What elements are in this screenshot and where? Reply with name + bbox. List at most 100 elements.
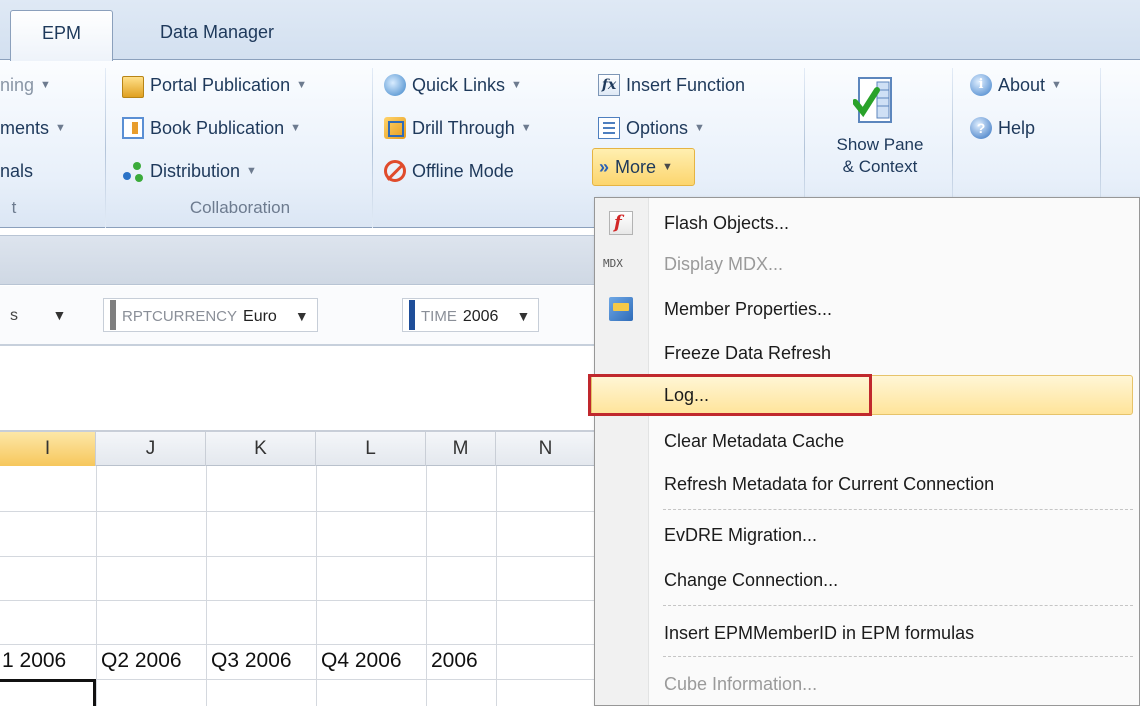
dimension-name: TIME (421, 308, 457, 325)
dropdown-arrow-icon: ▼ (516, 308, 531, 324)
grid-cell[interactable]: Q4 2006 (321, 643, 402, 679)
dropdown-arrow-icon: ▼ (246, 165, 257, 177)
mdx-icon: MDX (603, 257, 623, 270)
log-annotation-highlight (588, 374, 872, 416)
dimension-value: 2006 (462, 308, 499, 325)
options-button[interactable]: Options ▼ (598, 113, 705, 143)
insert-function-icon: fx (598, 74, 620, 96)
dimension-partial-value: s (10, 307, 18, 324)
dropdown-arrow-icon: ▼ (662, 161, 673, 173)
column-header[interactable]: N (496, 432, 596, 466)
dropdown-arrow-icon: ▼ (40, 79, 51, 91)
grid-cell[interactable]: 1 2006 (2, 643, 66, 679)
tab-epm[interactable]: EPM (10, 10, 113, 61)
grid-row-line (0, 600, 596, 601)
insert-function-button[interactable]: fx Insert Function (598, 70, 745, 100)
offline-mode-button[interactable]: Offline Mode (384, 156, 514, 186)
ribbon-partial-item-3[interactable]: nals (0, 156, 33, 186)
group-divider (372, 68, 373, 228)
menu-item-member-properties[interactable]: Member Properties... (651, 290, 1135, 328)
dropdown-arrow-icon: ▼ (694, 122, 705, 134)
help-button[interactable]: ? Help (970, 113, 1035, 143)
dropdown-arrow-icon: ▼ (520, 122, 532, 134)
spreadsheet-grid: I J K L M N 1 2006 Q2 2006 Q3 2006 Q4 20… (0, 430, 596, 706)
dimension-value: Euro (243, 308, 277, 325)
show-pane-label-line1: Show Pane (836, 135, 924, 154)
column-header[interactable]: K (206, 432, 316, 466)
grid-col-line (96, 466, 97, 706)
dropdown-arrow-icon: ▼ (55, 122, 66, 134)
grid-cell[interactable]: Q2 2006 (101, 643, 182, 679)
more-dropdown-menu: Flash Objects... Display MDX... MDX Memb… (591, 197, 1140, 706)
more-label: More (615, 157, 657, 177)
about-info-icon: i (970, 74, 992, 96)
dimension-selector-rptcurrency[interactable]: RPTCURRENCY Euro ▼ (103, 298, 318, 334)
partial-item-label: ments (0, 118, 50, 138)
menu-item-label: Display MDX... (664, 254, 784, 274)
group-divider (105, 68, 106, 228)
show-pane-context-button[interactable]: Show Pane & Context (815, 70, 945, 198)
quick-links-icon (384, 74, 406, 96)
menu-item-label: Cube Information... (664, 674, 818, 694)
grid-col-line (206, 466, 207, 706)
dimension-color-tag (110, 300, 116, 330)
about-label: About (998, 75, 1046, 95)
menu-item-flash-objects[interactable]: Flash Objects... (651, 204, 1135, 242)
about-button[interactable]: i About ▼ (970, 70, 1062, 100)
help-question-icon: ? (970, 117, 992, 139)
help-label: Help (998, 118, 1036, 138)
partial-item-label: ning (0, 75, 35, 95)
menu-item-label: Clear Metadata Cache (664, 431, 845, 451)
distribution-button[interactable]: Distribution ▼ (122, 156, 257, 186)
column-header[interactable]: M (426, 432, 496, 466)
portal-publication-icon (122, 76, 144, 98)
ribbon-partial-item-2[interactable]: ments ▼ (0, 113, 66, 143)
grid-col-line (426, 466, 427, 706)
menu-item-change-connection[interactable]: Change Connection... (651, 561, 1135, 599)
member-properties-icon (609, 297, 633, 321)
menu-item-evdre-migration[interactable]: EvDRE Migration... (651, 516, 1135, 554)
grid-cell[interactable]: Q3 2006 (211, 643, 292, 679)
drill-through-button[interactable]: Drill Through ▼ (384, 113, 532, 143)
column-header[interactable]: I (0, 432, 96, 466)
ribbon-tab-bar: EPM Data Manager (0, 0, 1140, 61)
partial-group-label: t (11, 198, 17, 217)
dimension-selector-partial[interactable]: s ▼ (10, 298, 66, 334)
menu-item-label: Insert EPMMemberID in EPM formulas (664, 623, 975, 643)
distribution-icon (122, 160, 144, 182)
grid-cell[interactable]: 2006 (431, 643, 478, 679)
menu-item-label: Member Properties... (664, 299, 833, 319)
menu-item-clear-metadata-cache[interactable]: Clear Metadata Cache (651, 422, 1135, 460)
dropdown-arrow-icon: ▼ (52, 307, 67, 323)
tab-data-manager[interactable]: Data Manager (122, 10, 312, 61)
menu-item-freeze-data-refresh[interactable]: Freeze Data Refresh (651, 334, 1135, 372)
dropdown-arrow-icon: ▼ (1051, 79, 1062, 91)
ribbon-partial-item-1[interactable]: ning ▼ (0, 70, 51, 100)
menu-item-label: Change Connection... (664, 570, 839, 590)
offline-mode-icon (384, 160, 406, 182)
portal-publication-label: Portal Publication (150, 75, 291, 95)
more-button[interactable]: » More ▼ (592, 148, 695, 186)
grid-row-line (0, 644, 596, 645)
menu-item-refresh-metadata[interactable]: Refresh Metadata for Current Connection (651, 465, 1135, 503)
book-publication-button[interactable]: Book Publication ▼ (122, 113, 301, 143)
distribution-label: Distribution (150, 161, 241, 181)
dimension-selector-time[interactable]: TIME 2006 ▼ (402, 298, 540, 334)
selected-cell[interactable] (0, 679, 96, 706)
dropdown-arrow-icon: ▼ (296, 79, 307, 91)
column-header[interactable]: L (316, 432, 426, 466)
partial-item-label: nals (0, 161, 34, 181)
grid-row-line (0, 511, 596, 512)
menu-separator (663, 605, 1133, 606)
portal-publication-button[interactable]: Portal Publication ▼ (122, 70, 307, 100)
insert-function-label: Insert Function (626, 75, 746, 95)
options-label: Options (626, 118, 689, 138)
quick-links-button[interactable]: Quick Links ▼ (384, 70, 522, 100)
menu-item-display-mdx: Display MDX... (651, 245, 1135, 283)
quick-links-label: Quick Links (412, 75, 506, 95)
menu-item-insert-epmmemberid[interactable]: Insert EPMMemberID in EPM formulas (651, 614, 1135, 652)
column-header[interactable]: J (96, 432, 206, 466)
menu-separator (663, 509, 1133, 510)
book-publication-icon (122, 117, 144, 139)
menu-separator (663, 656, 1133, 657)
